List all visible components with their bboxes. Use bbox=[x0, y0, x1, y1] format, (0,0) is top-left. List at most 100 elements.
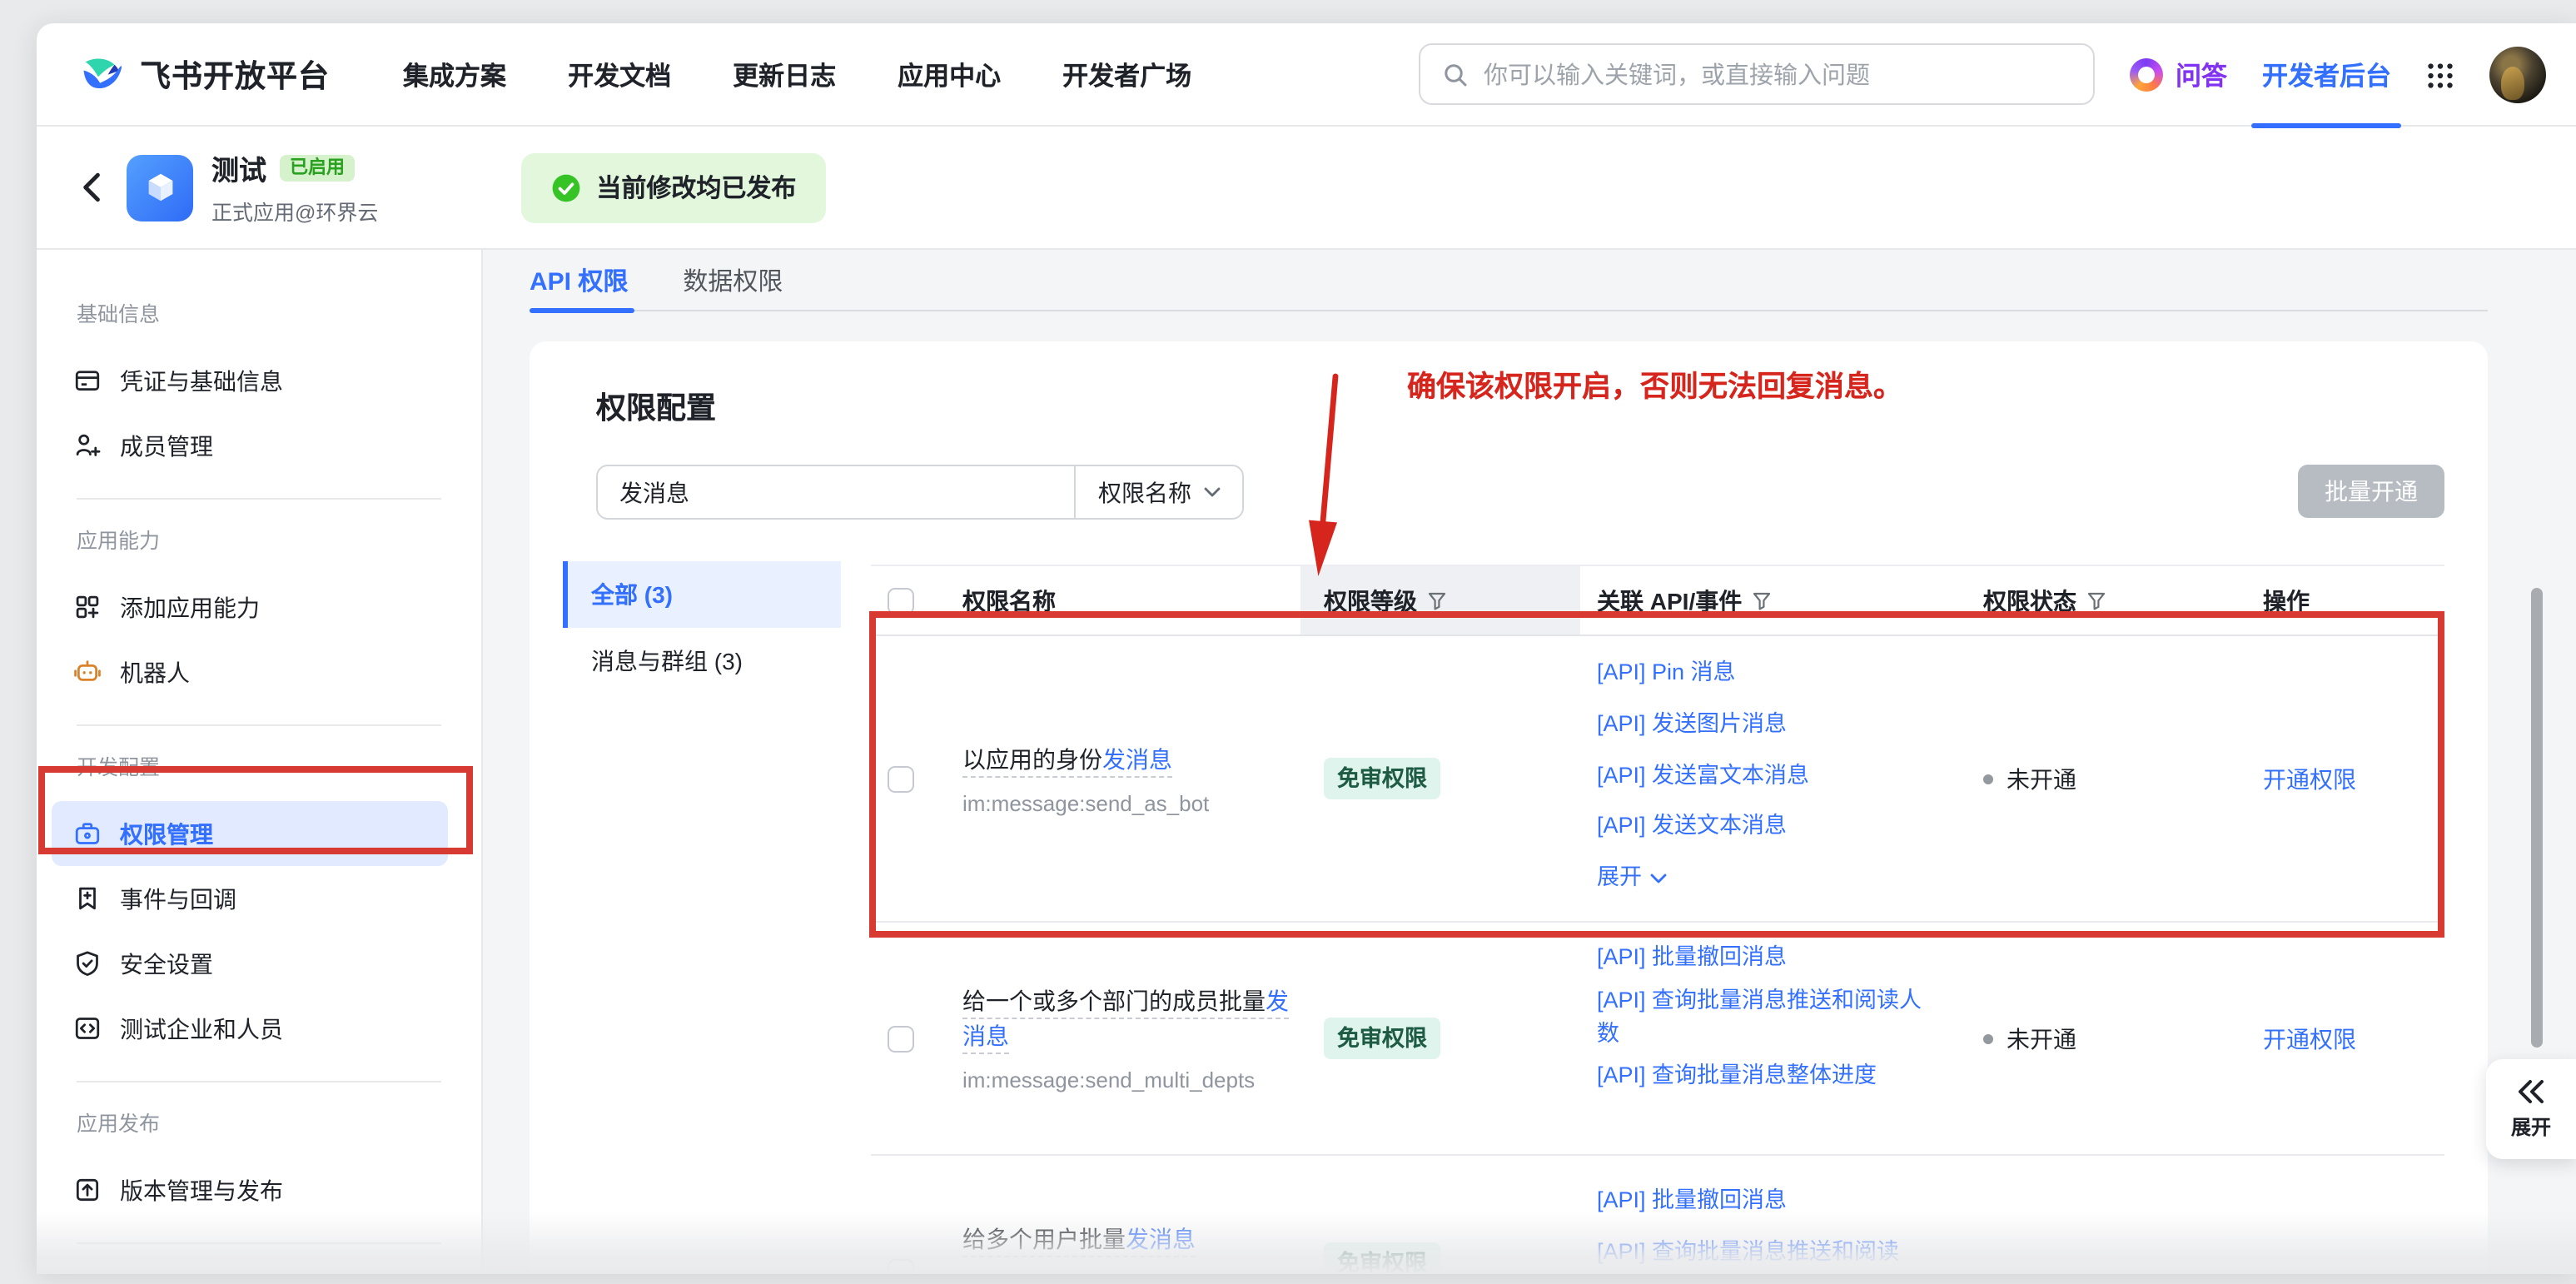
api-link[interactable]: [API] 发送文本消息 bbox=[1597, 801, 1937, 852]
sidebar-item-label: 权限管理 bbox=[120, 817, 213, 850]
sidebar-item-members[interactable]: 成员管理 bbox=[52, 413, 448, 478]
nav-item-integration[interactable]: 集成方案 bbox=[403, 56, 506, 92]
logo-text: 飞书开放平台 bbox=[140, 52, 330, 96]
search-input[interactable]: 你可以输入关键词，或直接输入问题 bbox=[1419, 43, 2095, 105]
sidebar-item-version-release[interactable]: 版本管理与发布 bbox=[52, 1157, 448, 1222]
sidebar-item-label: 安全设置 bbox=[120, 947, 213, 980]
back-chevron-icon[interactable] bbox=[80, 172, 102, 203]
nav-item-changelog[interactable]: 更新日志 bbox=[733, 56, 836, 92]
permission-search-input[interactable]: 发消息 bbox=[598, 466, 1074, 518]
tab-api-permission[interactable]: API 权限 bbox=[530, 262, 628, 297]
api-link[interactable]: [API] 查询批量消息推送和阅读人数 bbox=[1597, 983, 1937, 1050]
upload-square-icon bbox=[73, 1176, 102, 1204]
apps-grid-icon[interactable] bbox=[2426, 61, 2454, 89]
qa-entry[interactable]: 问答 bbox=[2131, 57, 2227, 93]
developer-console-link[interactable]: 开发者后台 bbox=[2262, 57, 2391, 93]
permission-search-combo: 发消息 权限名称 bbox=[596, 465, 1244, 520]
chevron-down-icon bbox=[1650, 872, 1667, 883]
api-link[interactable]: [API] 批量撤回消息 bbox=[1597, 933, 1937, 983]
row-checkbox[interactable] bbox=[888, 1259, 914, 1274]
header-permission-name: 权限名称 bbox=[937, 566, 1300, 635]
feishu-logo[interactable]: 飞书开放平台 bbox=[80, 52, 330, 97]
sidebar-section-capability: 应用能力 bbox=[77, 523, 441, 555]
sidebar-item-permissions[interactable]: 权限管理 bbox=[52, 801, 448, 866]
app-subtitle: 正式应用@环界云 bbox=[211, 195, 378, 226]
search-icon bbox=[1442, 61, 1469, 87]
nav-item-docs[interactable]: 开发文档 bbox=[568, 56, 671, 92]
bulk-enable-button[interactable]: 批量开通 bbox=[2298, 465, 2444, 518]
sidebar-item-test-enterprise[interactable]: 测试企业和人员 bbox=[52, 996, 448, 1061]
header-permission-level: 权限等级 bbox=[1300, 566, 1580, 635]
sidebar: 基础信息 凭证与基础信息 成员管理 应用能力 bbox=[37, 250, 483, 1274]
app-header: 测试 已启用 正式应用@环界云 当前修改均已发布 bbox=[37, 127, 2576, 250]
sidebar-item-label: 测试企业和人员 bbox=[120, 1012, 283, 1045]
avatar[interactable] bbox=[2489, 47, 2546, 103]
sidebar-item-add-capability[interactable]: 添加应用能力 bbox=[52, 575, 448, 640]
sidebar-item-label: 成员管理 bbox=[120, 429, 213, 462]
permission-table: 权限名称 权限等级 关联 API/事件 权限状态 bbox=[871, 565, 2444, 1274]
sidebar-section-release: 应用发布 bbox=[77, 1106, 441, 1137]
expand-panel-button[interactable]: 展开 bbox=[2486, 1059, 2576, 1159]
status-dot-icon bbox=[1983, 774, 1993, 784]
search-filter-label: 权限名称 bbox=[1098, 475, 1191, 509]
sidebar-item-bot[interactable]: 机器人 bbox=[52, 640, 448, 704]
permission-name-link[interactable]: 给一个或多个部门的成员批量发消息 bbox=[962, 988, 1289, 1054]
permission-name-link[interactable]: 以应用的身份发消息 bbox=[962, 745, 1172, 777]
filter-funnel-icon[interactable] bbox=[1427, 590, 1447, 610]
sidebar-item-security[interactable]: 安全设置 bbox=[52, 931, 448, 996]
level-pill: 免审权限 bbox=[1324, 1018, 1440, 1059]
enable-permission-link[interactable]: 开通权限 bbox=[2263, 1022, 2444, 1055]
header-related-api: 关联 API/事件 bbox=[1580, 566, 1963, 635]
app-identity: 测试 已启用 正式应用@环界云 bbox=[211, 148, 378, 226]
sidebar-item-events[interactable]: 事件与回调 bbox=[52, 866, 448, 931]
header-permission-status: 权限状态 bbox=[1963, 566, 2223, 635]
expand-apis-link[interactable]: 展开 bbox=[1597, 853, 1937, 903]
sidebar-section-basic: 基础信息 bbox=[77, 296, 441, 328]
api-link[interactable]: [API] 发送图片消息 bbox=[1597, 699, 1937, 749]
status-dot-icon bbox=[1983, 1033, 1993, 1043]
nav-item-app-center[interactable]: 应用中心 bbox=[898, 56, 1001, 92]
category-message-group[interactable]: 消息与群组 (3) bbox=[563, 628, 841, 694]
vertical-scrollbar-thumb[interactable] bbox=[2531, 588, 2543, 1048]
active-tab-underline bbox=[530, 307, 634, 313]
status-badge: 已启用 bbox=[280, 155, 355, 182]
feishu-logo-icon bbox=[80, 52, 125, 97]
level-pill: 免审权限 bbox=[1324, 1242, 1440, 1274]
top-navbar: 飞书开放平台 集成方案 开发文档 更新日志 应用中心 开发者广场 你可以输入关键… bbox=[37, 23, 2576, 127]
briefcase-lock-icon bbox=[73, 819, 102, 848]
sidebar-item-credentials[interactable]: 凭证与基础信息 bbox=[52, 348, 448, 413]
permission-name-link[interactable]: 给多个用户批量发消息 bbox=[962, 1226, 1196, 1257]
panel-title: 权限配置 bbox=[596, 385, 716, 428]
sidebar-divider bbox=[77, 1081, 441, 1082]
api-link[interactable]: [API] 查询批量消息推送和阅读 bbox=[1597, 1227, 1937, 1274]
sidebar-divider bbox=[77, 1242, 441, 1244]
api-link[interactable]: [API] Pin 消息 bbox=[1597, 648, 1937, 699]
qa-ring-icon bbox=[2131, 58, 2164, 92]
nav-item-dev-plaza[interactable]: 开发者广场 bbox=[1062, 56, 1191, 92]
status-cell: 未开通 bbox=[1983, 1022, 2223, 1055]
filter-funnel-icon[interactable] bbox=[1752, 590, 1772, 610]
api-link[interactable]: [API] 查询批量消息整体进度 bbox=[1597, 1050, 1937, 1101]
category-all[interactable]: 全部 (3) bbox=[563, 561, 841, 628]
status-cell: 未开通 bbox=[1983, 762, 2223, 795]
nav-menu: 集成方案 开发文档 更新日志 应用中心 开发者广场 bbox=[403, 56, 1191, 92]
enable-permission-link[interactable]: 开通权限 bbox=[2263, 762, 2444, 795]
category-list: 全部 (3) 消息与群组 (3) bbox=[563, 561, 841, 694]
filter-funnel-icon[interactable] bbox=[2086, 590, 2106, 610]
select-all-checkbox[interactable] bbox=[888, 587, 914, 614]
table-row: 给多个用户批量发消息 免审权限 [API] 批量撤回消息 [API] 查询批量消… bbox=[871, 1156, 2444, 1274]
row-checkbox[interactable] bbox=[888, 1025, 914, 1052]
sidebar-item-label: 凭证与基础信息 bbox=[120, 364, 283, 397]
sidebar-item-label: 事件与回调 bbox=[120, 882, 236, 915]
main-content: API 权限 数据权限 权限配置 发消息 权限名称 批量开通 全部 (3) 消息… bbox=[485, 250, 2576, 1274]
double-chevron-left-icon bbox=[2516, 1078, 2546, 1103]
nav-right-cluster: 问答 开发者后台 bbox=[2131, 23, 2546, 127]
tab-data-permission[interactable]: 数据权限 bbox=[683, 262, 783, 297]
api-link[interactable]: [API] 批量撤回消息 bbox=[1597, 1176, 1937, 1227]
search-filter-select[interactable]: 权限名称 bbox=[1074, 466, 1242, 518]
publish-status-pill: 当前修改均已发布 bbox=[521, 152, 826, 222]
row-checkbox[interactable] bbox=[888, 765, 914, 792]
api-link[interactable]: [API] 发送富文本消息 bbox=[1597, 750, 1937, 801]
header-action: 操作 bbox=[2223, 566, 2444, 635]
sidebar-item-label: 机器人 bbox=[120, 655, 190, 689]
